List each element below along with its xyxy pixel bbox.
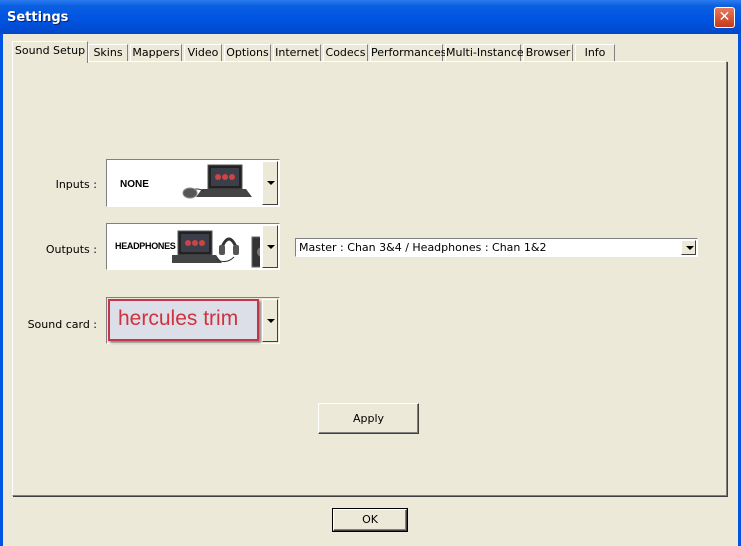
chevron-down-icon [685, 245, 694, 250]
tab-sound-setup[interactable]: Sound Setup [12, 41, 88, 63]
sound-card-combo[interactable]: hercules trim [106, 297, 280, 344]
outputs-value: HEADPHONES [115, 241, 176, 251]
tab-info[interactable]: Info [575, 44, 615, 62]
tab-label: Video [187, 46, 219, 59]
channel-routing-select[interactable]: Master : Chan 3&4 / Headphones : Chan 1&… [295, 238, 698, 257]
tab-skins[interactable]: Skins [88, 44, 128, 62]
title-bar: Settings ✕ [0, 0, 741, 34]
ok-button[interactable]: OK [332, 508, 408, 532]
tab-label: Skins [93, 46, 123, 59]
chevron-down-icon [267, 244, 275, 249]
tab-label: Browser [525, 46, 571, 59]
inputs-label: Inputs : [55, 178, 97, 191]
apply-button[interactable]: Apply [318, 403, 419, 434]
sound-card-label: Sound card : [27, 318, 97, 331]
ok-button-label: OK [362, 513, 378, 526]
inputs-image: NONE [108, 161, 260, 205]
tab-performances[interactable]: Performances [370, 44, 447, 62]
channel-routing-dropdown-button[interactable] [681, 240, 696, 255]
tab-label: Multi-Instance [446, 46, 524, 59]
laptop-headphones-speaker-icon [172, 230, 260, 268]
window-title: Settings [7, 10, 69, 25]
inputs-value: NONE [120, 179, 149, 190]
close-icon: ✕ [718, 9, 731, 25]
window-border-left [0, 34, 3, 546]
tab-internet[interactable]: Internet [273, 44, 321, 62]
sound-card-image: hercules trim [108, 299, 259, 341]
tab-label: Performances [371, 46, 447, 59]
close-button[interactable]: ✕ [714, 7, 735, 28]
laptop-mouse-icon [182, 164, 252, 199]
tab-label: Options [226, 46, 269, 59]
outputs-label: Outputs : [45, 243, 97, 256]
sound-card-dropdown-button[interactable] [262, 299, 278, 342]
tab-mappers[interactable]: Mappers [130, 44, 182, 62]
tab-codecs[interactable]: Codecs [323, 44, 368, 62]
outputs-dropdown-button[interactable] [262, 225, 278, 268]
tab-label: Mappers [132, 46, 180, 59]
channel-routing-value: Master : Chan 3&4 / Headphones : Chan 1&… [299, 241, 547, 254]
outputs-image: HEADPHONES [108, 225, 260, 268]
chevron-down-icon [267, 318, 275, 323]
tab-video[interactable]: Video [184, 44, 222, 62]
chevron-down-icon [267, 181, 275, 185]
tab-label: Info [584, 46, 606, 59]
tab-label: Sound Setup [14, 44, 86, 57]
tab-label: Internet [275, 46, 319, 59]
tab-browser[interactable]: Browser [523, 44, 573, 62]
apply-button-label: Apply [352, 412, 385, 425]
tab-multi-instance[interactable]: Multi-Instance [445, 44, 524, 62]
tab-options[interactable]: Options [224, 44, 271, 62]
tab-label: Codecs [325, 46, 366, 59]
inputs-dropdown-button[interactable] [262, 161, 278, 205]
inputs-combo[interactable]: NONE [106, 159, 280, 207]
sound-card-value: hercules trim [118, 307, 239, 330]
outputs-combo[interactable]: HEADPHONES [106, 223, 280, 270]
